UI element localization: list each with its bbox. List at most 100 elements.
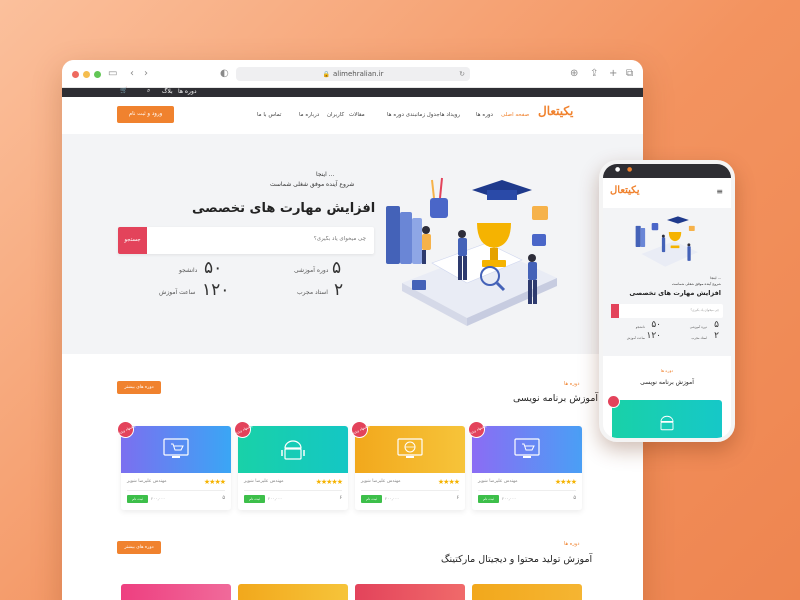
teacher-name: مهندس علیرضا شوپز: [361, 479, 401, 484]
address-bar[interactable]: 🔒 alimehralian.ir ↻: [236, 67, 470, 81]
phone-stat-students-label: دانشجو: [635, 325, 645, 329]
hero-search-box: جستجو: [118, 227, 374, 254]
phone-stat-courses-label: دوره آموزشی: [689, 325, 707, 329]
search-input[interactable]: [176, 236, 366, 242]
phone-hero-illustration: [635, 216, 698, 267]
cart-icon[interactable]: 🛒: [120, 87, 127, 94]
enroll-button[interactable]: ثبت نام: [478, 495, 499, 503]
course-card[interactable]: پیشنهاد ویژه ★★★★ مهندس علیرضا شوپز ثبت …: [465, 418, 582, 510]
menu-item-courses[interactable]: دوره ها: [476, 112, 493, 118]
android-icon: [660, 415, 674, 431]
phone-intro-line2: شروع آینده موفق شغلی شماست: [671, 282, 721, 286]
course-price: ۲۰۰,۰۰۰: [385, 496, 400, 501]
minimize-window-button[interactable]: [83, 71, 90, 78]
card-divider: [361, 490, 459, 491]
section1-more-button[interactable]: دوره های بیشتر: [117, 381, 161, 394]
menu-item-home[interactable]: صفحه اصلی: [501, 112, 529, 118]
hamburger-menu-icon[interactable]: ≡: [716, 187, 723, 196]
card-divider: [244, 490, 342, 491]
section2-title: آموزش تولید محتوا و دیجیتال مارکتینگ: [441, 554, 593, 565]
phone-topbar: ● ●: [603, 164, 731, 178]
reload-icon[interactable]: ↻: [459, 67, 465, 81]
hero-intro-line2: شروع آینده موفق شغلی شماست: [270, 181, 355, 188]
globe-icon: [397, 438, 423, 458]
course-price: ۲۰۰,۰۰۰: [268, 496, 283, 501]
phone-header: یکیتعال ≡: [603, 178, 731, 208]
rating-stars: ★★★★★: [315, 478, 343, 486]
phone-screen: ● ● یکیتعال ≡ اینجا ... شروع آینده موفق …: [603, 164, 731, 438]
topbar-blog-link[interactable]: بلاگ: [162, 87, 173, 96]
stat-students-label: دانشجو: [179, 267, 198, 274]
menu-item-events[interactable]: رویداد ها: [440, 112, 460, 118]
section2-tag: دوره ها: [564, 541, 580, 547]
course-card-partial[interactable]: [121, 584, 231, 600]
rating-stars: ★★★★: [203, 478, 226, 486]
cart-icon[interactable]: ●: [627, 166, 632, 173]
student-count: ۵: [573, 495, 576, 501]
hero-education-illustration: [386, 177, 557, 326]
cart-icon: [163, 438, 189, 458]
phone-stat-students-number: ۵۰: [651, 320, 661, 330]
student-count: ۶: [456, 495, 459, 501]
course-thumbnail: [472, 426, 582, 473]
course-card-partial[interactable]: [355, 584, 465, 600]
browser-window: ▭ ‹ › ◐ 🔒 alimehralian.ir ↻ ⊕ ⇪ + ⧉ دوره …: [62, 60, 643, 600]
lock-icon: 🔒: [322, 71, 330, 78]
android-icon: [281, 440, 305, 460]
course-card-partial[interactable]: [472, 584, 582, 600]
phone-section-title: آموزش برنامه نویسی: [640, 379, 694, 386]
enroll-button[interactable]: ثبت نام: [361, 495, 382, 503]
menu-item-contact[interactable]: تماس با ما: [257, 112, 281, 118]
phone-search-button[interactable]: [611, 304, 619, 318]
url-text: alimehralian.ir: [332, 70, 384, 78]
phone-search-placeholder: چی میخوای یاد بگیری؟: [690, 308, 719, 312]
browser-toolbar: ▭ ‹ › ◐ 🔒 alimehralian.ir ↻ ⊕ ⇪ + ⧉: [62, 60, 643, 88]
search-icon[interactable]: ⌕: [147, 87, 150, 95]
course-price: ۲۰۰,۰۰۰: [151, 496, 166, 501]
menu-item-schedule[interactable]: جدول زمانبندی دوره ها: [387, 112, 440, 118]
sidebar-icon[interactable]: ▭: [108, 67, 117, 81]
course-card[interactable]: پیشنهاد ویژه ★★★★★ مهندس علیرضا شوپز ثبت…: [231, 418, 348, 510]
stat-courses-number: ۵: [332, 258, 342, 278]
download-icon[interactable]: ⊕: [570, 67, 578, 81]
menu-item-users[interactable]: کاربران: [327, 112, 344, 118]
search-button[interactable]: جستجو: [118, 227, 147, 254]
share-icon[interactable]: ⇪: [590, 67, 598, 81]
phone-stat-hours-number: ۱۲۰: [646, 331, 661, 341]
enroll-button[interactable]: ثبت نام: [127, 495, 148, 503]
forward-icon[interactable]: ›: [144, 67, 148, 81]
phone-search-box[interactable]: چی میخوای یاد بگیری؟: [611, 304, 723, 318]
stat-hours-number: ۱۲۰: [202, 280, 230, 300]
new-tab-icon[interactable]: +: [609, 67, 617, 81]
phone-section-tag: دوره ها: [660, 368, 674, 373]
stat-hours-label: ساعت آموزش: [159, 289, 196, 296]
phone-hero-title: افزایش مهارت های تخصصی: [629, 289, 721, 297]
phone-logo[interactable]: یکیتعال: [610, 185, 639, 196]
back-icon[interactable]: ‹: [130, 67, 134, 81]
user-icon[interactable]: ●: [615, 166, 620, 173]
close-window-button[interactable]: [72, 71, 79, 78]
hero-intro-line1: اینجا ...: [316, 171, 335, 178]
enroll-button[interactable]: ثبت نام: [244, 495, 265, 503]
course-thumbnail: [238, 426, 348, 473]
teacher-name: مهندس علیرضا شوپز: [127, 479, 167, 484]
course-card[interactable]: پیشنهاد ویژه ★★★★ مهندس علیرضا شوپز ثبت …: [114, 418, 231, 510]
topbar-courses-link[interactable]: دوره ها: [178, 87, 197, 96]
site-logo[interactable]: یکیتعال: [538, 104, 573, 118]
menu-item-about[interactable]: درباره ما: [299, 112, 319, 118]
menu-item-articles[interactable]: مقالات: [349, 112, 365, 118]
tabs-icon[interactable]: ⧉: [626, 67, 633, 81]
card-divider: [478, 490, 576, 491]
course-card-partial[interactable]: [238, 584, 348, 600]
card-divider: [127, 490, 225, 491]
course-thumbnail: [355, 426, 465, 473]
phone-course-card[interactable]: [612, 400, 722, 438]
cart-icon: [514, 438, 540, 458]
rating-stars: ★★★★: [554, 478, 577, 486]
section2-more-button[interactable]: دوره های بیشتر: [117, 541, 161, 554]
maximize-window-button[interactable]: [94, 71, 101, 78]
site-topbar: دوره ها بلاگ ⌕ 🛒: [62, 87, 643, 97]
privacy-icon[interactable]: ◐: [220, 67, 229, 81]
login-register-button[interactable]: ورود و ثبت نام: [117, 106, 174, 123]
course-card[interactable]: پیشنهاد ویژه ★★★★ مهندس علیرضا شوپز ثبت …: [348, 418, 465, 510]
